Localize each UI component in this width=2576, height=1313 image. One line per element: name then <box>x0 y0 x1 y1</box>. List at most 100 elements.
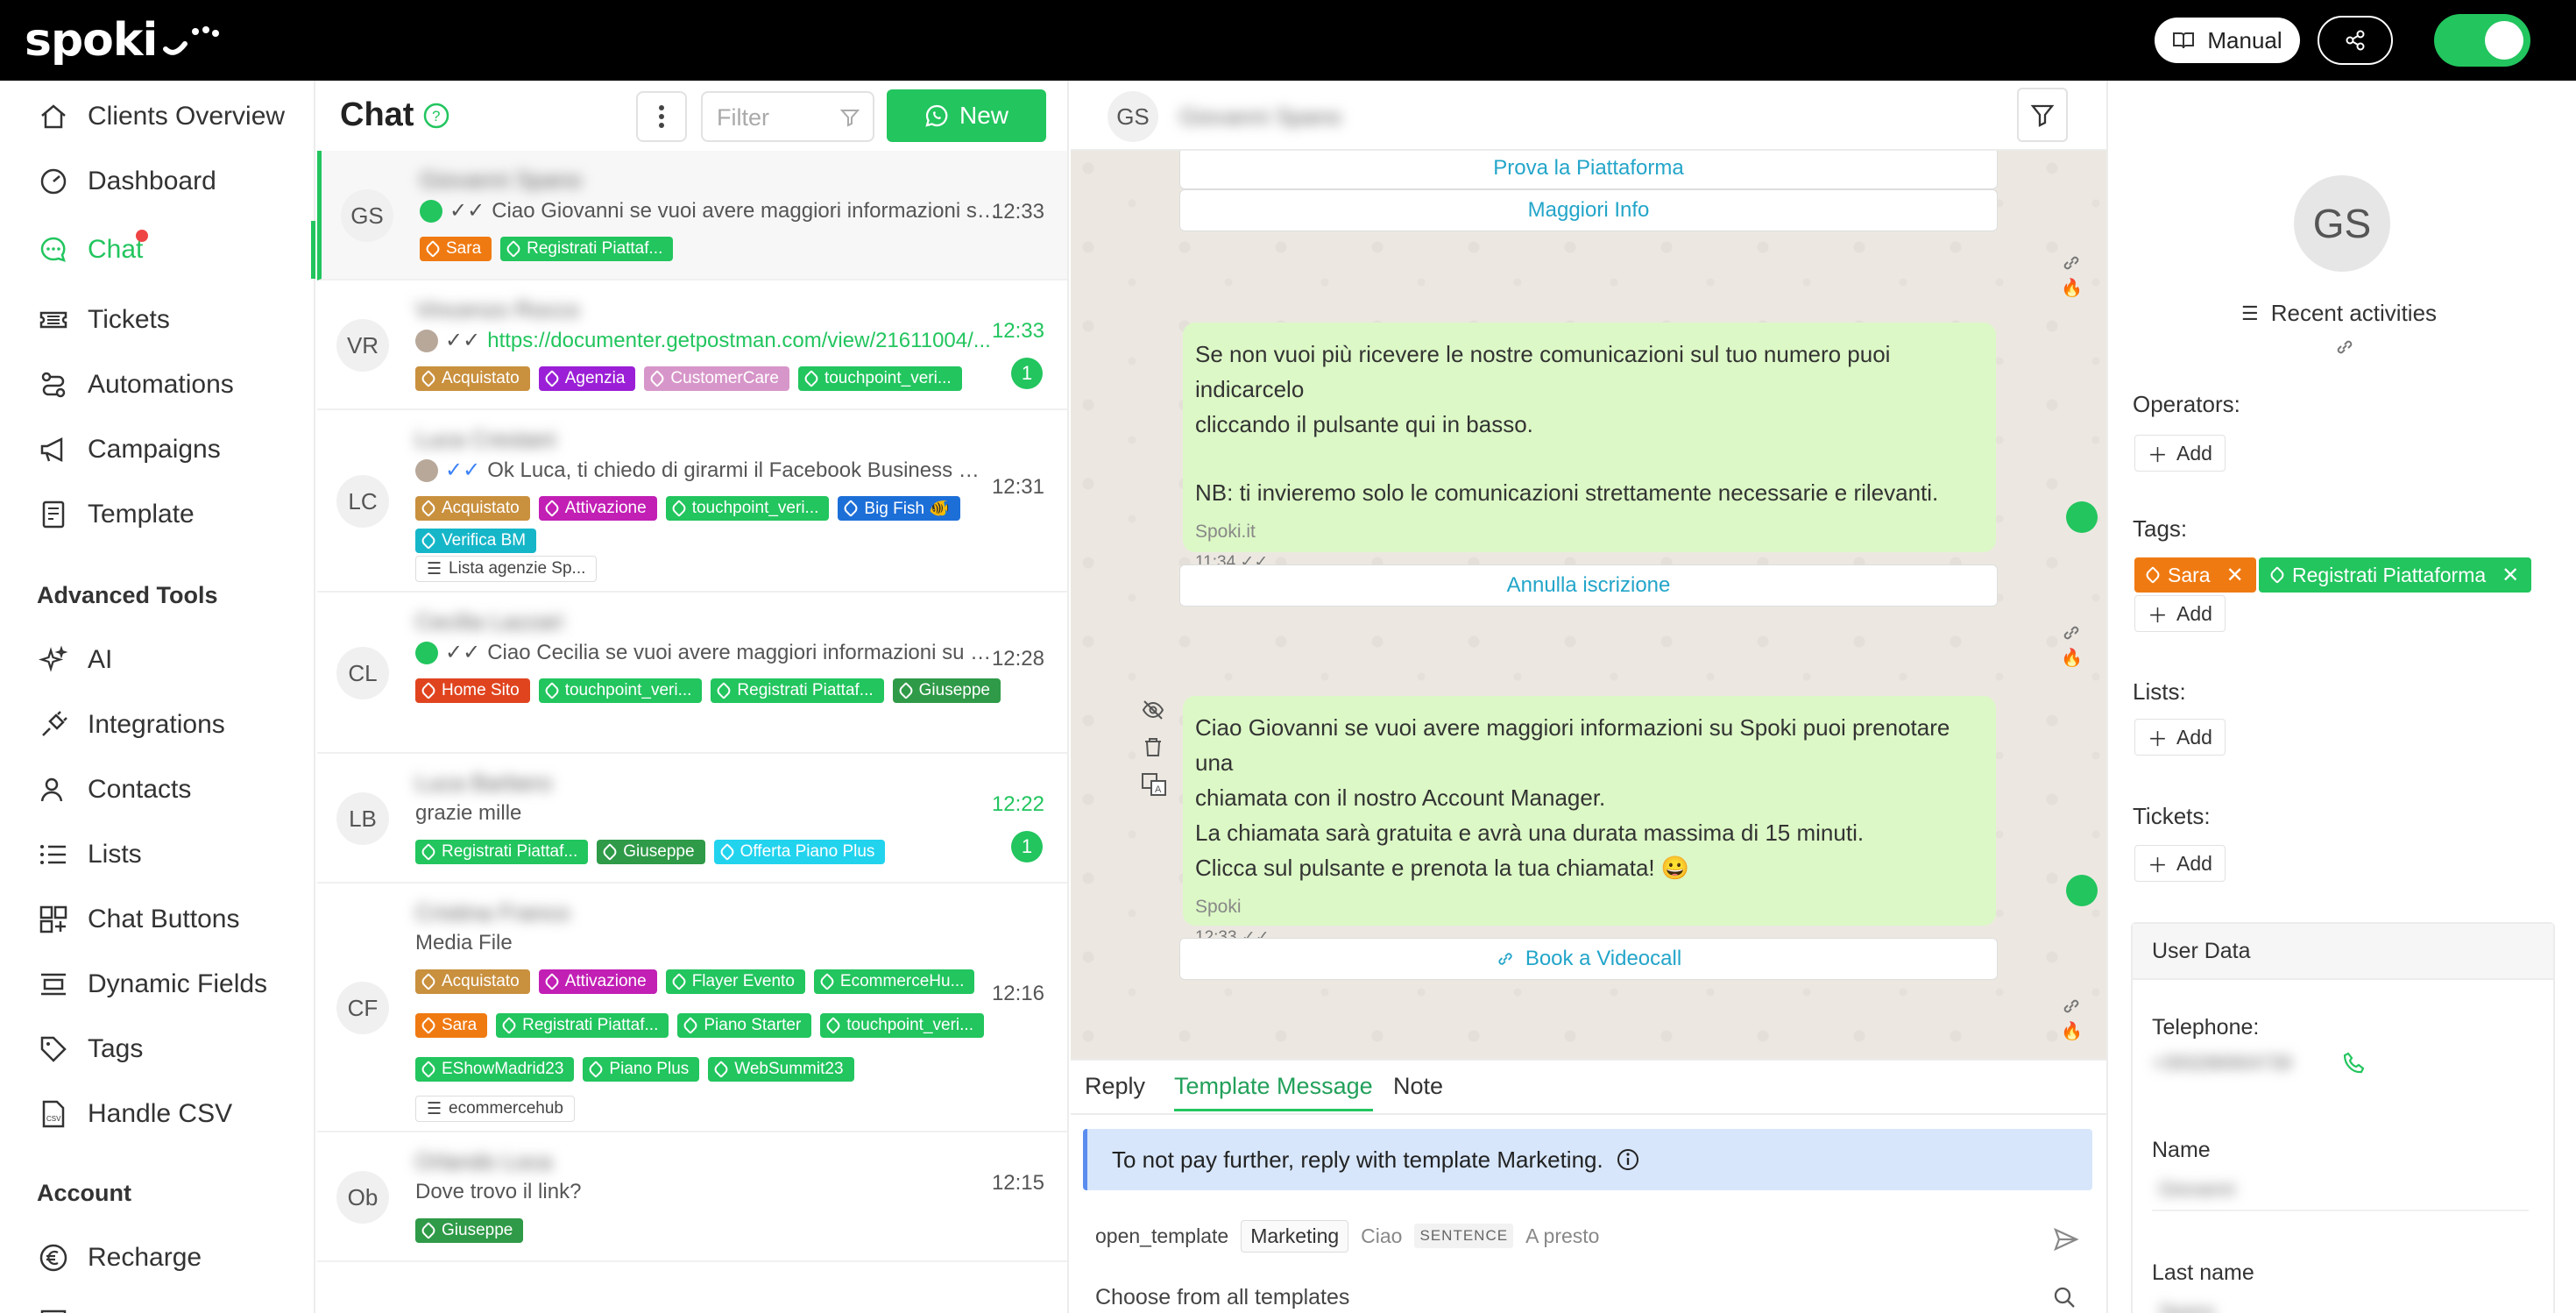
message-time: 12:33 <box>991 200 1044 224</box>
add-tag-button[interactable]: ＋ Add <box>2134 595 2226 632</box>
conversation-item[interactable]: VR Vincenzo Rocco ✓✓ https://documenter.g… <box>317 280 1067 410</box>
link-icon[interactable] <box>2334 337 2355 358</box>
filter-input[interactable] <box>717 102 831 133</box>
sidebar-item-handle-csv[interactable]: CSV Handle CSV <box>0 1085 315 1143</box>
search-icon[interactable] <box>2052 1285 2077 1309</box>
trash-icon[interactable] <box>1141 735 1165 759</box>
sidebar-item-tags[interactable]: Tags <box>0 1020 315 1078</box>
spoki-logo[interactable]: spoki <box>25 12 220 68</box>
logo-text: spoki <box>25 14 158 67</box>
funnel-icon[interactable] <box>839 107 860 128</box>
message-line: La chiamata sarà gratuita e avrà una dur… <box>1195 820 1865 846</box>
sidebar-item-tickets[interactable]: Tickets <box>0 291 315 349</box>
info-icon[interactable] <box>1616 1147 1640 1172</box>
tab-note[interactable]: Note <box>1393 1073 1443 1111</box>
sidebar-item-integrations[interactable]: Integrations <box>0 696 315 754</box>
sidebar-item-campaigns[interactable]: Campaigns <box>0 421 315 479</box>
sidebar-item-label: Tags <box>88 1034 144 1063</box>
name-field[interactable]: Giovanni <box>2152 1169 2529 1211</box>
sidebar-item-chat-buttons[interactable]: Chat Buttons <box>0 891 315 948</box>
tab-divider <box>1071 1113 2106 1115</box>
funnel-icon <box>2030 104 2055 127</box>
toggle-knob <box>2485 21 2523 60</box>
plug-icon <box>37 708 70 742</box>
conversation-item[interactable]: GS Giovanni Spano ✓✓ Ciao Giovanni se vuo… <box>317 151 1067 280</box>
sidebar-item-label: Dynamic Fields <box>88 969 268 998</box>
sidebar-item-clients-overview[interactable]: Clients Overview <box>0 88 315 145</box>
whatsapp-icon <box>925 104 948 127</box>
link-icon[interactable] <box>2061 996 2082 1017</box>
sidebar-item-more[interactable] <box>0 1294 315 1313</box>
hide-eye-icon[interactable] <box>1141 698 1165 722</box>
telephone-value[interactable]: +393286904739 <box>2152 1052 2292 1075</box>
choose-template-field[interactable]: Choose from all templates <box>1095 1285 1349 1310</box>
conversation-item[interactable]: LB Luca Barbero grazie mille 12:22 1 Reg… <box>317 754 1067 884</box>
sidebar-item-dynamic-fields[interactable]: Dynamic Fields <box>0 955 315 1013</box>
sidebar-item-label: Campaigns <box>88 435 221 464</box>
share-button[interactable] <box>2318 16 2393 65</box>
phone-icon[interactable] <box>2341 1050 2367 1076</box>
send-icon[interactable] <box>2052 1225 2080 1253</box>
add-ticket-button[interactable]: ＋ Add <box>2134 845 2226 882</box>
conversation-item[interactable]: CF Cristina Franco Media File 12:16 Acqu… <box>317 884 1067 1132</box>
remove-tag-icon[interactable]: ✕ <box>2502 563 2519 588</box>
template-row[interactable]: open_template Marketing Ciao SENTENCE A … <box>1095 1218 2085 1253</box>
message-line: cliccando il pulsante qui in basso. <box>1195 411 1533 437</box>
remove-tag-icon[interactable]: ✕ <box>2226 563 2244 588</box>
filter-box <box>701 91 874 142</box>
book-videocall-button[interactable]: Book a Videocall <box>1179 938 1998 980</box>
manual-button[interactable]: Manual <box>2155 18 2300 63</box>
conversation-item[interactable]: LC Luca Crestani ✓✓ Ok Luca, ti chiedo di… <box>317 410 1067 593</box>
link-icon[interactable] <box>2061 622 2082 643</box>
online-toggle[interactable] <box>2434 14 2530 67</box>
tab-reply[interactable]: Reply <box>1085 1073 1145 1111</box>
sidebar-item-recharge[interactable]: Recharge <box>0 1229 315 1287</box>
add-list-button[interactable]: ＋ Add <box>2134 719 2226 756</box>
contact-name: Orlando Loca <box>415 1148 553 1175</box>
avatar: LC <box>336 475 389 528</box>
conversation-item[interactable]: Ob Orlando Loca Dove trovo il link? 12:1… <box>317 1132 1067 1262</box>
sparkle-icon <box>37 643 70 677</box>
tag-chip: Acquistato <box>415 496 530 521</box>
tag-chip: touchpoint_veri... <box>797 366 962 391</box>
notification-dot <box>136 230 148 242</box>
add-operator-button[interactable]: ＋ Add <box>2134 435 2226 472</box>
sidebar-item-lists[interactable]: Lists <box>0 826 315 884</box>
tag-chip: Registrati Piattaf... <box>415 840 589 864</box>
tag-chip: Giuseppe <box>892 678 1001 703</box>
recent-activities-link[interactable]: ☰ Recent activities <box>2241 300 2437 327</box>
sidebar-item-ai[interactable]: AI <box>0 631 315 689</box>
tab-template-message[interactable]: Template Message <box>1174 1073 1373 1111</box>
chat-list-pane: Chat ? New GS Giovanni Spano ✓✓Ciao Giov… <box>317 81 1069 1313</box>
help-icon[interactable]: ? <box>422 102 450 130</box>
last-name-value: Spano <box>2159 1301 2215 1313</box>
new-chat-button[interactable]: New <box>887 89 1046 142</box>
prova-piattaforma-button[interactable]: Prova la Piattaforma <box>1179 151 1998 189</box>
double-check-icon: ✓✓ <box>445 458 481 482</box>
tag-chip: Registrati Piattaf... <box>500 237 674 261</box>
account-heading: Account <box>37 1180 131 1206</box>
name-value: Giovanni <box>2159 1178 2235 1200</box>
sidebar-item-contacts[interactable]: Contacts <box>0 761 315 819</box>
sidebar-item-label: Handle CSV <box>88 1099 233 1128</box>
sidebar-item-label: Lists <box>88 840 142 869</box>
translate-icon[interactable]: A <box>1141 771 1167 798</box>
annulla-iscrizione-button[interactable]: Annulla iscrizione <box>1179 564 1998 607</box>
sidebar-item-automations[interactable]: Automations <box>0 356 315 414</box>
sidebar-item-template[interactable]: Template <box>0 486 315 543</box>
message-line: chiamata con il nostro Account Manager. <box>1195 784 1606 811</box>
sidebar-item-dashboard[interactable]: Dashboard <box>0 153 315 210</box>
link-icon[interactable] <box>2061 252 2082 273</box>
avatar: LB <box>336 792 389 845</box>
plus-icon: ＋ <box>2148 604 2168 627</box>
conversation-filter-button[interactable] <box>2017 88 2068 142</box>
more-options-button[interactable] <box>636 91 687 142</box>
last-name-field[interactable]: Spano <box>2152 1292 2529 1313</box>
maggiori-info-button[interactable]: Maggiori Info <box>1179 189 1998 231</box>
automation-icon <box>37 368 70 401</box>
conversation-item[interactable]: CL Cecilia Lazzari ✓✓ Ciao Cecilia se vuo… <box>317 593 1067 754</box>
sidebar-item-chat[interactable]: Chat <box>0 221 315 279</box>
template-icon <box>37 498 70 531</box>
contact-name: Giovanni Spano <box>1179 103 1342 130</box>
tag-chip: EShowMadrid23 <box>415 1057 575 1082</box>
